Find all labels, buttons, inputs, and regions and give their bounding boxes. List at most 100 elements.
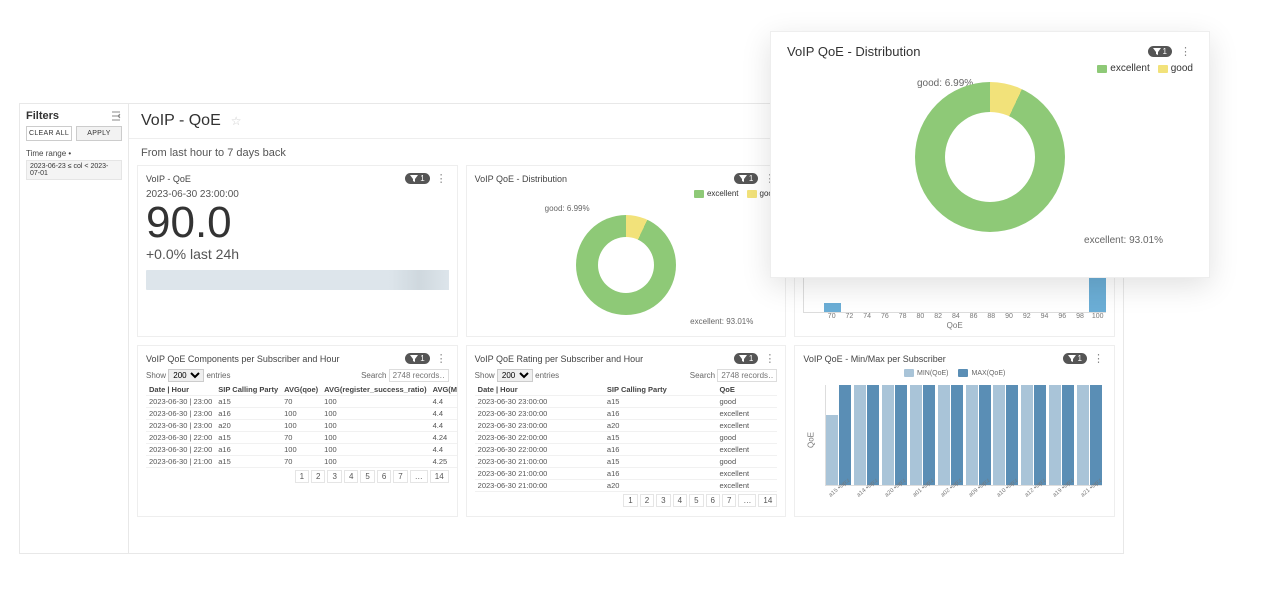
table-row[interactable]: 2023-06-30 23:00:00a16excellent — [475, 408, 778, 420]
table-header[interactable]: AVG(register_success_ratio) — [321, 384, 429, 396]
page-title: VoIP - QoE — [141, 112, 221, 130]
histo-tick: 88 — [983, 313, 1000, 320]
pager-button[interactable]: 14 — [758, 494, 777, 507]
table-header[interactable]: Date | Hour — [146, 384, 215, 396]
components-table: Date | HourSIP Calling PartyAVG(qoe)AVG(… — [146, 384, 458, 468]
toggle-sidebar-icon[interactable] — [110, 110, 122, 122]
filter-count-pill[interactable]: 1 — [734, 173, 758, 184]
apply-button[interactable]: APPLY — [76, 126, 122, 141]
swatch-excellent — [1097, 65, 1107, 73]
pager-button[interactable]: 2 — [640, 494, 654, 507]
card-voip-qoe-metric: VoIP - QoE 1 ⋮ 2023-06-30 23:00:00 90.0 … — [137, 165, 458, 337]
swatch-good — [1158, 65, 1168, 73]
histo-tick: 82 — [930, 313, 947, 320]
time-range-chip[interactable]: 2023-06-23 ≤ col < 2023-07-01 — [26, 160, 122, 180]
table-row[interactable]: 2023-06-30 23:00:00a20excellent — [475, 420, 778, 432]
pager-button[interactable]: 1 — [295, 470, 309, 483]
swatch-excellent — [694, 190, 704, 198]
max-bar — [951, 385, 963, 485]
table-search-input[interactable] — [389, 369, 449, 382]
page-size-select[interactable]: 200 — [497, 369, 533, 382]
pager-button[interactable]: 5 — [689, 494, 703, 507]
metric-value: 90.0 — [146, 200, 449, 246]
metric-sparkline — [146, 270, 449, 290]
pager-button[interactable]: 7 — [393, 470, 407, 483]
histo-tick: 96 — [1054, 313, 1071, 320]
table-row[interactable]: 2023-06-30 | 23:00a161001004.40 — [146, 408, 458, 420]
pager-button[interactable]: 7 — [722, 494, 736, 507]
overlay-excellent-label: excellent: 93.01% — [1084, 235, 1163, 246]
bar-pair — [938, 385, 963, 485]
table-row[interactable]: 2023-06-30 21:00:00a15good — [475, 456, 778, 468]
card-menu-icon[interactable]: ⋮ — [434, 172, 449, 185]
max-bar — [1090, 385, 1102, 485]
histo-tick: 76 — [877, 313, 894, 320]
bar-pair — [882, 385, 907, 485]
swatch-good — [747, 190, 757, 198]
min-bar — [910, 385, 922, 485]
card-title: VoIP QoE - Distribution — [475, 174, 567, 184]
filter-count-pill[interactable]: 1 — [405, 353, 429, 364]
bar-pair — [993, 385, 1018, 485]
overlay-donut — [915, 82, 1065, 232]
card-title: VoIP - QoE — [146, 174, 191, 184]
max-bar — [867, 385, 879, 485]
pager-button[interactable]: 4 — [673, 494, 687, 507]
filter-count-pill[interactable]: 1 — [1063, 353, 1087, 364]
table-row[interactable]: 2023-06-30 22:00:00a16excellent — [475, 444, 778, 456]
min-bar — [966, 385, 978, 485]
metric-diff: +0.0% last 24h — [146, 246, 449, 262]
table-header[interactable]: Date | Hour — [475, 384, 604, 396]
pager-button[interactable]: 6 — [706, 494, 720, 507]
table-header[interactable]: QoE — [716, 384, 777, 396]
card-menu-icon[interactable]: ⋮ — [1091, 352, 1106, 365]
pager-button[interactable]: 6 — [377, 470, 391, 483]
histo-tick: 80 — [912, 313, 929, 320]
overlay-menu-icon[interactable]: ⋮ — [1178, 45, 1193, 58]
pager-button[interactable]: 3 — [327, 470, 341, 483]
table-row[interactable]: 2023-06-30 | 21:00a15701004.250 — [146, 456, 458, 468]
filters-sidebar: Filters CLEAR ALL APPLY Time range • 202… — [20, 104, 129, 553]
rating-table: Date | HourSIP Calling PartyQoE 2023-06-… — [475, 384, 778, 492]
table-header[interactable]: SIP Calling Party — [604, 384, 717, 396]
table-header-row: Date | HourSIP Calling PartyQoE — [475, 384, 778, 396]
table-row[interactable]: 2023-06-30 23:00:00a15good — [475, 396, 778, 408]
max-bar — [1006, 385, 1018, 485]
filter-count-pill[interactable]: 1 — [1148, 46, 1172, 57]
pager-button[interactable]: … — [738, 494, 756, 507]
card-components-table: VoIP QoE Components per Subscriber and H… — [137, 345, 458, 517]
pager-button[interactable]: 14 — [430, 470, 449, 483]
favorite-icon[interactable]: ☆ — [231, 114, 242, 128]
minmax-ylabel: QoE — [807, 431, 816, 447]
bar-pair — [1021, 385, 1046, 485]
table-header[interactable]: SIP Calling Party — [215, 384, 281, 396]
table-row[interactable]: 2023-06-30 | 22:00a15701004.240 — [146, 432, 458, 444]
filter-count-pill[interactable]: 1 — [734, 353, 758, 364]
pager-button[interactable]: … — [410, 470, 428, 483]
histo-tick: 70 — [823, 313, 840, 320]
card-menu-icon[interactable]: ⋮ — [762, 352, 777, 365]
table-header[interactable]: AVG(MOS) — [430, 384, 458, 396]
table-row[interactable]: 2023-06-30 | 22:00a161001004.40 — [146, 444, 458, 456]
pager-button[interactable]: 1 — [623, 494, 637, 507]
clear-all-button[interactable]: CLEAR ALL — [26, 126, 72, 141]
bar-pair — [910, 385, 935, 485]
pager-button[interactable]: 4 — [344, 470, 358, 483]
table-row[interactable]: 2023-06-30 | 23:00a201001004.40 — [146, 420, 458, 432]
table-row[interactable]: 2023-06-30 | 23:00a15701004.40 — [146, 396, 458, 408]
swatch-max — [958, 369, 968, 377]
overlay-title: VoIP QoE - Distribution — [787, 44, 920, 59]
histo-tick: 98 — [1072, 313, 1089, 320]
pager-button[interactable]: 5 — [360, 470, 374, 483]
table-row[interactable]: 2023-06-30 21:00:00a20excellent — [475, 480, 778, 492]
table-row[interactable]: 2023-06-30 21:00:00a16excellent — [475, 468, 778, 480]
pager-button[interactable]: 2 — [311, 470, 325, 483]
histo-tick: 94 — [1036, 313, 1053, 320]
filter-count-pill[interactable]: 1 — [405, 173, 429, 184]
table-row[interactable]: 2023-06-30 22:00:00a15good — [475, 432, 778, 444]
table-header[interactable]: AVG(qoe) — [281, 384, 321, 396]
card-menu-icon[interactable]: ⋮ — [434, 352, 449, 365]
table-search-input[interactable] — [717, 369, 777, 382]
pager-button[interactable]: 3 — [656, 494, 670, 507]
page-size-select[interactable]: 200 — [168, 369, 204, 382]
